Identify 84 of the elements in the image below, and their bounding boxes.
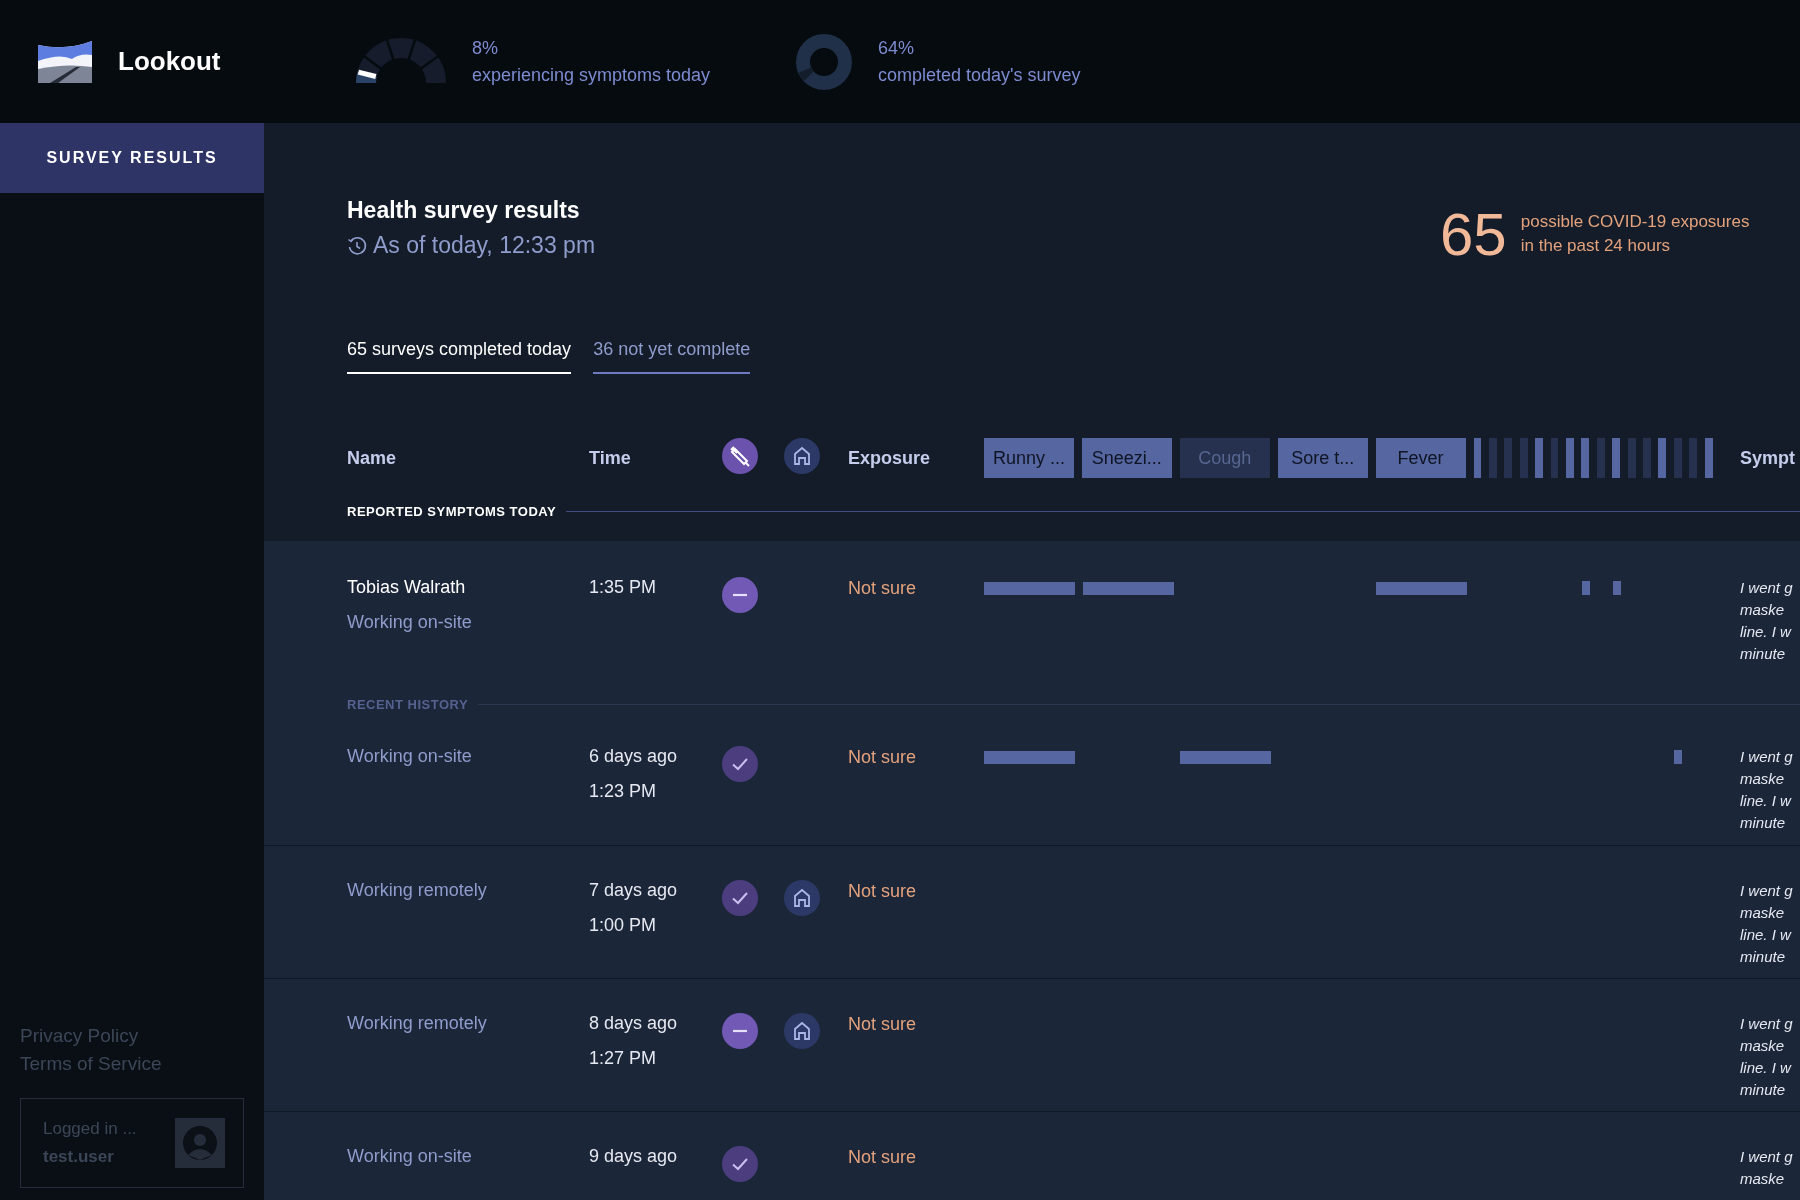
footer-link[interactable]: Terms of Service (20, 1050, 244, 1078)
avatar-icon (175, 1118, 225, 1168)
survey-time: 6 days ago (589, 746, 679, 767)
home-icon[interactable] (784, 438, 820, 474)
work-location: Working remotely (347, 880, 488, 901)
note-text: minute (1740, 644, 1787, 664)
exposure-value: Not sure (848, 577, 918, 599)
meter-label: completed today's survey (878, 64, 1081, 86)
user-card[interactable]: Logged in ... test.user (20, 1098, 244, 1188)
work-location: Working on-site (347, 1146, 473, 1167)
note-text: I went g (1740, 881, 1794, 901)
survey-time: 1:35 PM (589, 577, 658, 598)
note-text: line. I w (1740, 1058, 1793, 1078)
user-name: test.user (43, 1147, 115, 1167)
exposure-value: Not sure (848, 1146, 918, 1168)
meter-value: 8% (472, 37, 499, 59)
clock-icon (347, 235, 367, 256)
check-icon (722, 880, 758, 916)
survey-time: 7 days ago (589, 880, 679, 901)
section-label: RECENT HISTORY (347, 697, 469, 712)
exposure-value: Not sure (848, 746, 918, 768)
symptom-filter[interactable]: Runny ... (984, 438, 1074, 478)
work-location: Working remotely (347, 1013, 488, 1034)
note-text: maske (1740, 600, 1786, 620)
tab[interactable]: 65 surveys completed today (347, 339, 572, 374)
symptom-filter[interactable]: Fever (1375, 438, 1466, 478)
user-caption: Logged in ... (43, 1119, 137, 1139)
meter-value: 64% (878, 37, 916, 59)
note-text: I went g (1740, 578, 1794, 598)
note-text: maske (1740, 903, 1786, 923)
survey-time: 8 days ago (589, 1013, 679, 1034)
note-text: line. I w (1740, 622, 1793, 642)
symptom-filter[interactable] (1704, 438, 1713, 478)
donut-icon (796, 33, 852, 90)
note-text: I went g (1740, 1147, 1794, 1167)
note-text: line. I w (1740, 791, 1793, 811)
symptom-filter[interactable] (1612, 438, 1621, 478)
note-text: line. I w (1740, 925, 1793, 945)
symptom-filter[interactable] (1658, 438, 1667, 478)
exposure-label: in the past 24 hours (1520, 236, 1672, 256)
symptom-filter[interactable] (1565, 438, 1574, 478)
footer-link[interactable]: Privacy Policy (20, 1022, 244, 1050)
sidebar-item[interactable]: SURVEY RESULTS (0, 123, 264, 193)
symptom-filter[interactable]: Cough (1179, 438, 1270, 478)
note-text: I went g (1740, 747, 1794, 767)
tab[interactable]: 36 not yet complete (593, 339, 751, 374)
survey-time: 1:27 PM (589, 1048, 658, 1069)
symptom-filter[interactable] (1535, 438, 1544, 478)
symptom-filter[interactable]: Sneezi... (1081, 438, 1172, 478)
note-text: minute (1740, 947, 1787, 967)
meter-label: experiencing symptoms today (472, 64, 711, 86)
minus-icon (722, 1013, 758, 1049)
note-text: minute (1740, 1080, 1787, 1100)
work-location: Working on-site (347, 612, 473, 633)
column-header[interactable]: Time (589, 447, 722, 469)
column-header[interactable]: Sympt (1720, 447, 1800, 469)
section-label: REPORTED SYMPTOMS TODAY (347, 503, 557, 519)
person-name: Tobias Walrath (347, 577, 467, 598)
exposure-count: 65 (1440, 199, 1507, 269)
exposure-label: possible COVID-19 exposures (1520, 212, 1750, 232)
note-text: maske (1740, 769, 1786, 789)
survey-time: 1:00 PM (589, 915, 658, 936)
symptom-filter[interactable] (1473, 438, 1482, 478)
symptom-filter[interactable]: Sore t... (1277, 438, 1368, 478)
exposure-value: Not sure (848, 1013, 918, 1035)
check-icon (722, 746, 758, 782)
survey-time: 1:23 PM (589, 781, 658, 802)
logo-icon (36, 38, 94, 85)
symptom-filter[interactable] (1581, 438, 1590, 478)
survey-time: 9 days ago (589, 1146, 679, 1167)
work-location: Working on-site (347, 746, 473, 767)
syringe-icon[interactable] (722, 438, 758, 474)
exposure-value: Not sure (848, 880, 918, 902)
note-text: maske (1740, 1169, 1786, 1189)
minus-icon (722, 577, 758, 613)
note-text: minute (1740, 813, 1787, 833)
note-text: I went g (1740, 1014, 1794, 1034)
column-header[interactable]: Exposure (848, 447, 984, 469)
app-name: Lookout (118, 46, 221, 77)
check-icon (722, 1146, 758, 1182)
column-header[interactable]: Name (347, 447, 589, 469)
updated-time: As of today, 12:33 pm (373, 232, 596, 259)
note-text: maske (1740, 1036, 1786, 1056)
page-title: Health survey results (347, 197, 581, 224)
